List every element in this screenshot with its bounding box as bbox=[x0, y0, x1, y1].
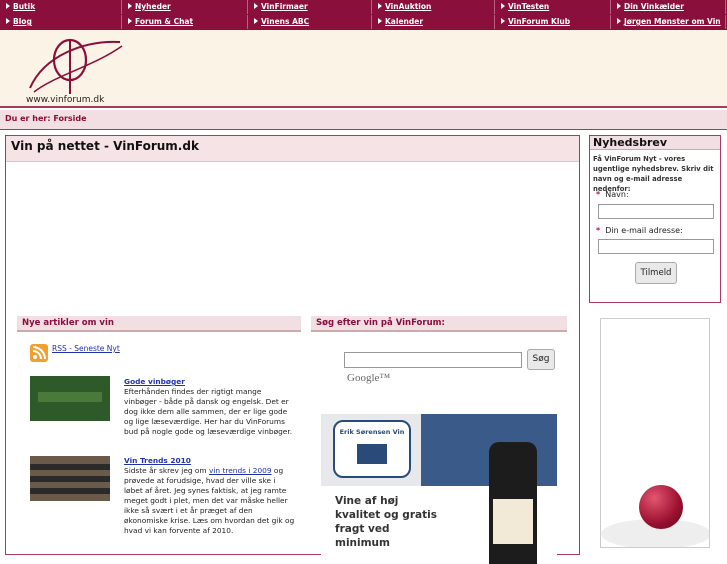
nav-forum-chat[interactable]: Forum & Chat bbox=[124, 15, 248, 29]
nav-din-vinkaelder[interactable]: Din Vinkælder bbox=[613, 0, 726, 14]
house-icon bbox=[357, 444, 387, 464]
arrow-right-icon bbox=[6, 18, 10, 24]
nav-butik[interactable]: Butik bbox=[2, 0, 122, 14]
wine-ad-banner[interactable]: Erik Sørensen Vin Vine af høj kvalitet o… bbox=[321, 414, 557, 564]
nav-blog[interactable]: Blog bbox=[2, 15, 122, 29]
arrow-right-icon bbox=[254, 3, 258, 9]
nav-nyheder[interactable]: Nyheder bbox=[124, 0, 248, 14]
side-ad-banner[interactable] bbox=[600, 318, 710, 548]
nav-vintesten[interactable]: VinTesten bbox=[497, 0, 611, 14]
ad-logo-area: Erik Sørensen Vin bbox=[321, 414, 421, 486]
nav-vinforum-klub[interactable]: VinForum Klub bbox=[497, 15, 611, 29]
articles-heading: Nye artikler om vin bbox=[17, 316, 301, 332]
article-vin-trends: Vin Trends 2010 Sidste år skrev jeg om v… bbox=[124, 456, 296, 536]
subscribe-button[interactable]: Tilmeld bbox=[635, 262, 677, 284]
arrow-right-icon bbox=[128, 3, 132, 9]
arrow-right-icon bbox=[617, 18, 621, 24]
bottle-label bbox=[493, 499, 533, 544]
article-title[interactable]: Vin Trends 2010 bbox=[124, 456, 296, 466]
email-field[interactable] bbox=[598, 239, 714, 254]
rss-link[interactable]: RSS - Seneste Nyt bbox=[52, 344, 120, 353]
logo-text: www.vinforum.dk bbox=[26, 95, 105, 105]
site-header: www.vinforum.dk bbox=[0, 30, 727, 108]
article-thumbnail-books[interactable] bbox=[30, 376, 110, 421]
newsletter-heading: Nyhedsbrev bbox=[590, 136, 720, 150]
breadcrumb: Du er her: Forside bbox=[0, 110, 727, 130]
grape-image bbox=[639, 485, 683, 529]
ad-text: Vine af høj kvalitet og gratis fragt ved… bbox=[335, 495, 437, 549]
nav-vinfirmaer[interactable]: VinFirmaer bbox=[250, 0, 372, 14]
ad-brand-badge: Erik Sørensen Vin bbox=[333, 420, 411, 478]
search-button[interactable]: Søg bbox=[527, 349, 555, 370]
top-navigation: Butik Nyheder VinFirmaer VinAuktion VinT… bbox=[0, 0, 727, 30]
arrow-right-icon bbox=[378, 3, 382, 9]
search-input[interactable] bbox=[344, 352, 522, 368]
vin-trends-2009-link[interactable]: vin trends i 2009 bbox=[209, 466, 272, 475]
arrow-right-icon bbox=[501, 18, 505, 24]
article-gode-vinboger: Gode vinbøger Efterhånden findes der rig… bbox=[124, 377, 296, 437]
nav-vinens-abc[interactable]: Vinens ABC bbox=[250, 15, 372, 29]
article-title[interactable]: Gode vinbøger bbox=[124, 377, 296, 387]
email-label: * Din e-mail adresse: bbox=[596, 226, 683, 235]
newsletter-description: Få VinForum Nyt - vores ugentlige nyheds… bbox=[593, 155, 714, 193]
arrow-right-icon bbox=[6, 3, 10, 9]
nav-kalender[interactable]: Kalender bbox=[374, 15, 495, 29]
rss-icon[interactable] bbox=[30, 344, 48, 362]
nav-vinauktion[interactable]: VinAuktion bbox=[374, 0, 495, 14]
search-heading: Søg efter vin på VinForum: bbox=[311, 316, 567, 332]
name-field[interactable] bbox=[598, 204, 714, 219]
page-title: Vin på nettet - VinForum.dk bbox=[6, 136, 579, 162]
arrow-right-icon bbox=[501, 3, 505, 9]
name-label: * Navn: bbox=[596, 190, 629, 199]
article-thumbnail-trends[interactable] bbox=[30, 456, 110, 501]
vinforum-logo[interactable]: www.vinforum.dk bbox=[24, 36, 128, 106]
nav-jorgen-monster[interactable]: Jørgen Mønster om Vin bbox=[613, 15, 726, 29]
arrow-right-icon bbox=[617, 3, 621, 9]
newsletter-box: Nyhedsbrev Få VinForum Nyt - vores ugent… bbox=[589, 135, 721, 303]
google-logo: Google™ bbox=[347, 372, 391, 384]
article-body: Efterhånden findes der rigtigt mange vin… bbox=[124, 387, 293, 436]
arrow-right-icon bbox=[128, 18, 132, 24]
arrow-right-icon bbox=[254, 18, 258, 24]
arrow-right-icon bbox=[378, 18, 382, 24]
article-body: Sidste år skrev jeg om vin trends i 2009… bbox=[124, 466, 295, 535]
